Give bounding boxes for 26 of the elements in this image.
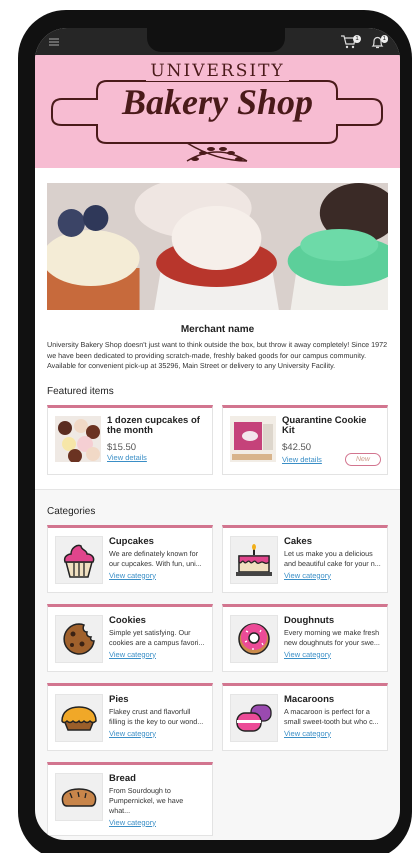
category-name: Macaroons: [284, 694, 336, 704]
section-heading: Featured items: [47, 386, 115, 396]
pie-icon: [60, 704, 98, 732]
item-title: Quarantine Cookie Kit: [282, 416, 368, 436]
category-name: Cupcakes: [109, 536, 155, 546]
cupcake-icon: [62, 542, 96, 578]
category-name: Cookies: [109, 614, 147, 626]
category-name: Bread: [109, 772, 137, 784]
category-name: Cakes: [284, 536, 313, 546]
logo-title: Bakery Shop: [122, 81, 314, 123]
item-price: $42.50: [282, 442, 312, 452]
cookie-icon: [62, 622, 96, 656]
section-heading: Categories: [47, 506, 96, 516]
merchant-name: Merchant name: [180, 324, 256, 335]
menu-icon[interactable]: [49, 38, 59, 46]
item-price: $15.50: [107, 442, 138, 452]
bread-icon: [60, 786, 98, 808]
macaroon-icon: [235, 702, 273, 732]
cart-icon[interactable]: [340, 34, 356, 48]
cake-icon: [235, 542, 273, 576]
logo-top-text: UNIVERSITY: [146, 61, 289, 81]
item-title: 1 dozen cupcakes of the month: [107, 416, 201, 436]
category-name: Pies: [109, 694, 130, 704]
doughnut-icon: [237, 622, 271, 656]
bell-icon[interactable]: [370, 34, 384, 48]
category-name: Doughnuts: [284, 614, 336, 626]
